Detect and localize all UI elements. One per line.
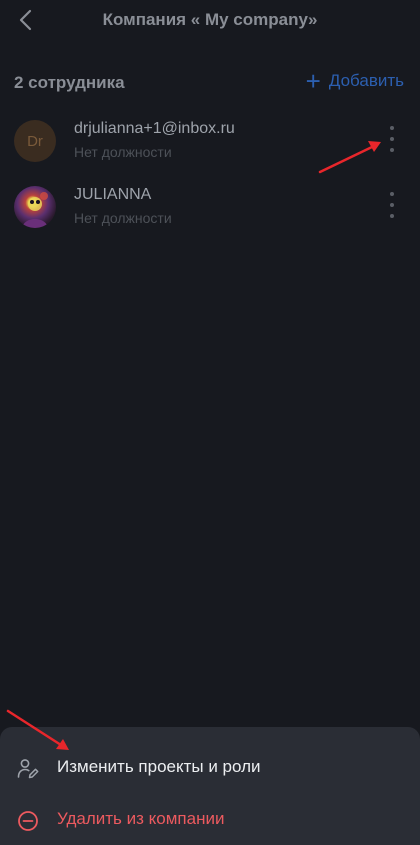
add-member-button[interactable]: + Добавить xyxy=(305,66,404,96)
edit-projects-roles-label: Изменить проекты и роли xyxy=(57,757,261,776)
edit-projects-roles-button[interactable]: Изменить проекты и роли xyxy=(0,747,420,789)
members-header: 2 сотрудника + Добавить xyxy=(0,64,420,100)
more-vertical-icon[interactable] xyxy=(386,192,398,218)
page-title: Компания « My company» xyxy=(102,10,318,29)
member-role: Нет должности xyxy=(74,144,172,160)
plus-icon: + xyxy=(305,66,321,96)
member-name: JULIANNA xyxy=(74,186,152,203)
avatar: Dr xyxy=(14,120,56,162)
add-member-label: Добавить xyxy=(328,71,404,90)
minus-circle-icon xyxy=(18,811,38,831)
top-bar: Компания « My company» xyxy=(0,0,420,42)
avatar xyxy=(14,186,56,228)
back-icon xyxy=(19,9,32,31)
remove-from-company-button[interactable]: Удалить из компании xyxy=(0,799,420,841)
member-row[interactable]: Dr drjulianna+1@inbox.ru Нет должности xyxy=(0,114,420,174)
avatar-photo-icon xyxy=(22,192,48,228)
more-vertical-icon[interactable] xyxy=(386,126,398,152)
back-button[interactable] xyxy=(12,6,40,34)
member-name: drjulianna+1@inbox.ru xyxy=(74,120,235,137)
action-sheet: Изменить проекты и роли Удалить из компа… xyxy=(0,727,420,845)
remove-from-company-label: Удалить из компании xyxy=(57,809,225,828)
member-count: 2 сотрудника xyxy=(14,73,125,92)
member-role: Нет должности xyxy=(74,210,172,226)
user-edit-icon xyxy=(17,759,39,779)
member-row[interactable]: JULIANNA Нет должности xyxy=(0,180,420,240)
